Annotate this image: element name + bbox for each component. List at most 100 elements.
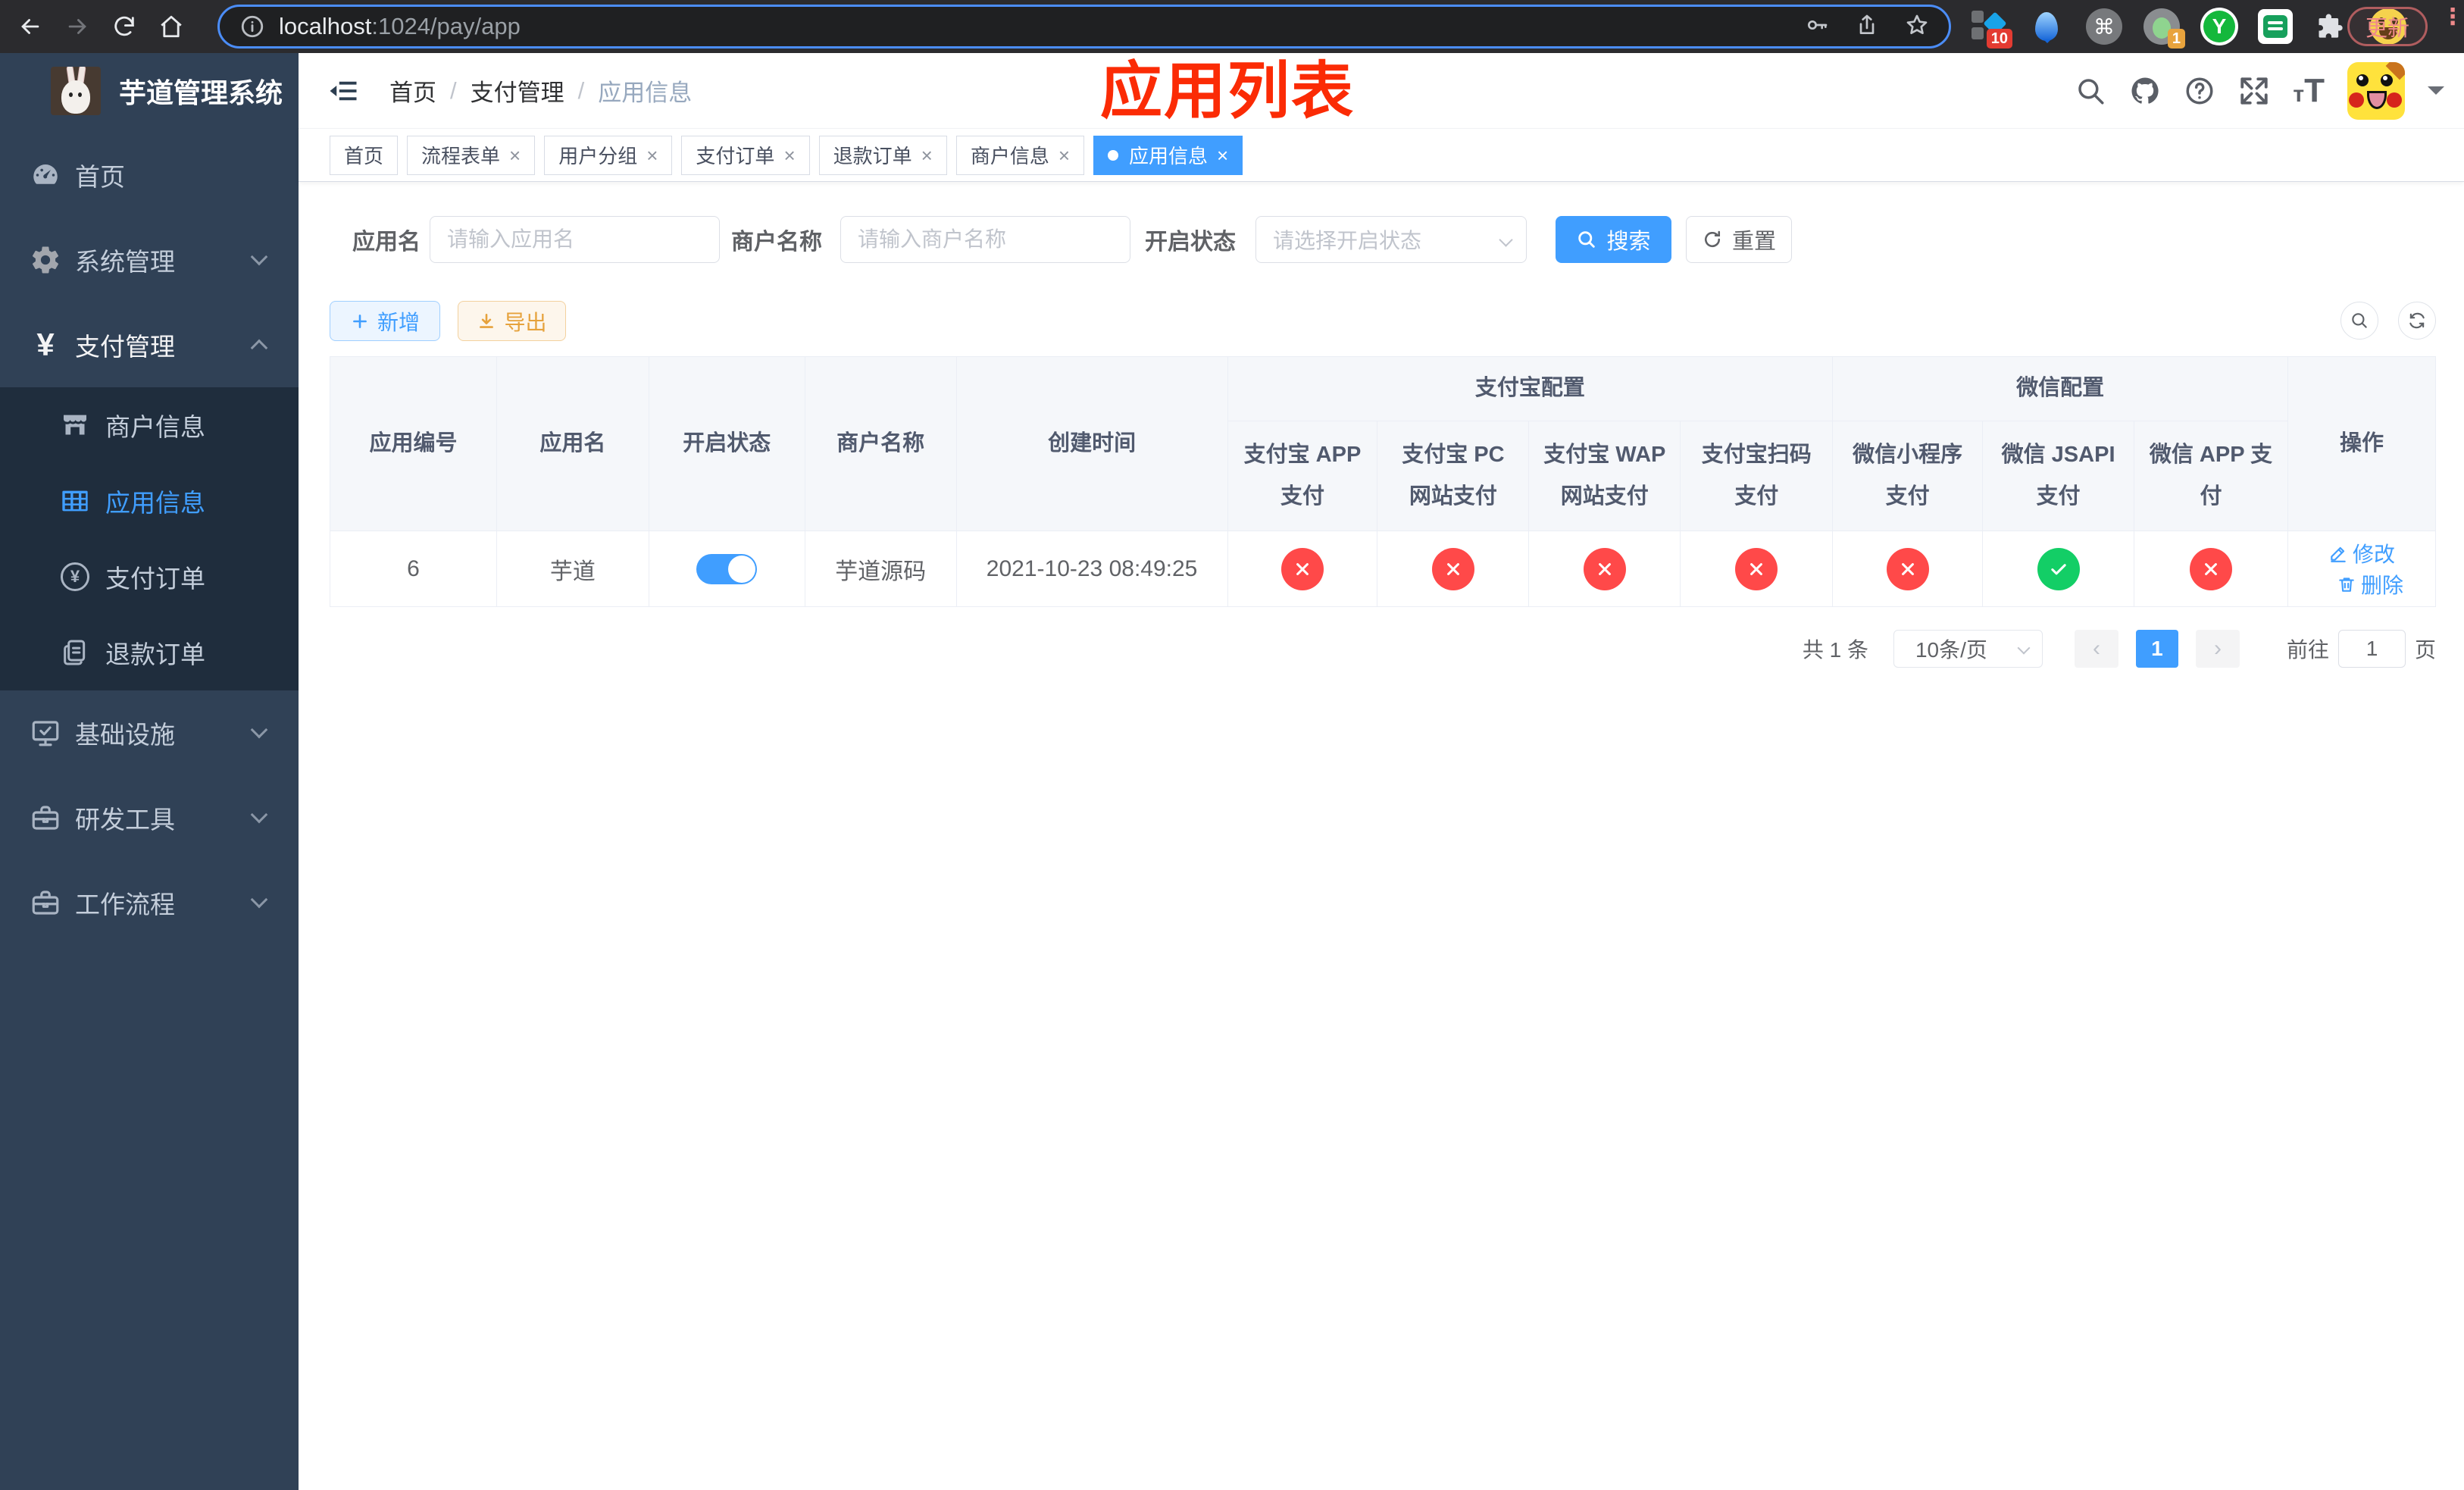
cell-created: 2021-10-23 08:49:25 [955, 531, 1228, 607]
cell-status [648, 531, 805, 607]
app-title: 芋道管理系统 [119, 77, 283, 108]
user-avatar[interactable] [2347, 61, 2405, 120]
next-page-button[interactable]: › [2195, 630, 2240, 668]
add-button[interactable]: 新增 [330, 301, 440, 341]
config-status-icon [1735, 547, 1778, 590]
extension-profile-icon[interactable]: 1 [2143, 8, 2185, 49]
browser-menu-icon[interactable]: ⋮ [2441, 6, 2464, 29]
sidebar-item-label: 工作流程 [75, 891, 175, 919]
config-status-icon [1583, 547, 1626, 590]
fullscreen-icon[interactable] [2238, 75, 2270, 107]
tab-process-form[interactable]: 流程表单 × [407, 135, 536, 175]
address-bar[interactable]: localhost:1024/pay/app [217, 5, 1951, 49]
extension-chat-icon[interactable] [2258, 9, 2293, 44]
app-logo[interactable]: 芋道管理系统 [51, 67, 283, 115]
refresh-table-button[interactable] [2398, 302, 2436, 340]
password-key-icon[interactable] [1805, 13, 1829, 41]
breadcrumb: 首页 / 支付管理 / 应用信息 [389, 74, 692, 108]
screen: localhost:1024/pay/app 10 ⌘ 1 Y 更新 ⋮ 芋道管… [0, 0, 2464, 1490]
sidebar-item-system[interactable]: 系统管理 [0, 218, 299, 302]
show-search-button[interactable] [2340, 302, 2378, 340]
documents-icon [58, 637, 92, 668]
avatar-caret-icon[interactable] [2428, 86, 2444, 103]
extensions-strip: 10 ⌘ 1 Y [1970, 0, 2406, 53]
extension-badge: 10 [1986, 29, 2012, 49]
close-icon[interactable]: × [1217, 146, 1228, 165]
tab-pay-order[interactable]: 支付订单 × [681, 135, 810, 175]
close-icon[interactable]: × [646, 146, 658, 165]
payment-submenu: 商户信息 应用信息 ¥ 支付订单 退款订单 [0, 387, 299, 690]
chevron-down-icon [2017, 641, 2031, 655]
config-status-icon [1280, 547, 1324, 590]
close-icon[interactable]: × [921, 146, 933, 165]
browser-back-icon[interactable] [14, 10, 47, 43]
sidebar-item-home[interactable]: 首页 [0, 133, 299, 218]
sidebar-item-refund-order[interactable]: 退款订单 [0, 615, 299, 690]
filter-form: 应用名 商户名称 开启状态 请选择开启状态 搜索 [330, 216, 2436, 263]
breadcrumb-current: 应用信息 [598, 80, 693, 106]
breadcrumb-home[interactable]: 首页 [389, 74, 436, 108]
merchant-name-input[interactable] [840, 216, 1130, 263]
extension-command-icon[interactable]: ⌘ [2085, 8, 2123, 45]
monitor-check-icon [28, 717, 63, 749]
tab-user-group[interactable]: 用户分组 × [544, 135, 673, 175]
goto-page-input[interactable]: 1 [2337, 630, 2406, 668]
bookmark-star-icon[interactable] [1905, 13, 1929, 41]
url-text[interactable]: localhost:1024/pay/app [279, 13, 521, 40]
sidebar-item-payment[interactable]: ¥ 支付管理 [0, 302, 299, 387]
tab-refund-order[interactable]: 退款订单 × [818, 135, 947, 175]
extension-pin-icon[interactable]: 10 [1970, 8, 2012, 49]
tab-merchant-info[interactable]: 商户信息 × [955, 135, 1085, 175]
status-toggle[interactable] [696, 553, 758, 584]
page-size-select[interactable]: 10条/页 [1893, 630, 2043, 668]
sidebar-item-merchant-info[interactable]: 商户信息 [0, 387, 299, 463]
sidebar-item-dev-tools[interactable]: 研发工具 [0, 775, 299, 860]
github-icon[interactable] [2129, 75, 2161, 107]
browser-home-icon[interactable] [155, 10, 188, 43]
sidebar-item-pay-order[interactable]: ¥ 支付订单 [0, 539, 299, 615]
close-icon[interactable]: × [1058, 146, 1070, 165]
close-icon[interactable]: × [509, 146, 521, 165]
extension-balloon-icon[interactable] [2028, 8, 2065, 45]
col-app-id: 应用编号 [330, 356, 497, 531]
sidebar-item-app-info[interactable]: 应用信息 [0, 463, 299, 539]
site-info-icon[interactable] [239, 14, 265, 39]
delete-link[interactable]: 删除 [2337, 569, 2403, 599]
sidebar-item-infrastructure[interactable]: 基础设施 [0, 690, 299, 775]
app-name-input[interactable] [430, 216, 720, 263]
browser-reload-icon[interactable] [108, 10, 141, 43]
search-icon [1578, 231, 1596, 248]
status-select[interactable]: 请选择开启状态 [1255, 216, 1527, 263]
extension-y-icon[interactable]: Y [2200, 8, 2238, 45]
col-wx-jsapi: 微信 JSAPI 支付 [1982, 421, 2135, 531]
share-icon[interactable] [1855, 13, 1879, 41]
table-toolbar: 新增 导出 [330, 301, 2436, 341]
prev-page-button[interactable]: ‹ [2074, 630, 2118, 668]
breadcrumb-payment[interactable]: 支付管理 [471, 74, 564, 108]
extensions-puzzle-icon[interactable] [2312, 8, 2350, 45]
sidebar-item-label: 基础设施 [75, 721, 175, 749]
yen-icon: ¥ [36, 327, 55, 362]
total-count: 共 1 条 [1802, 638, 1868, 662]
browser-update-button[interactable]: 更新 [2347, 7, 2428, 46]
export-button[interactable]: 导出 [458, 301, 566, 341]
tab-home[interactable]: 首页 [330, 135, 399, 175]
apps-table: 应用编号 应用名 开启状态 商户名称 创建时间 支付宝配置 微信配置 操作 支付… [330, 356, 2437, 607]
browser-forward-icon[interactable] [61, 10, 94, 43]
search-button[interactable]: 搜索 [1556, 216, 1671, 263]
config-status-icon [2189, 547, 2232, 590]
sidebar-item-label: 支付订单 [105, 565, 205, 593]
col-alipay-pc: 支付宝 PC 网站支付 [1377, 421, 1530, 531]
font-size-icon[interactable]: ᴛT [2293, 72, 2325, 110]
reset-button[interactable]: 重置 [1686, 216, 1792, 263]
top-navbar: 首页 / 支付管理 / 应用信息 应用列表 ᴛT [299, 53, 2464, 129]
sidebar-item-workflow[interactable]: 工作流程 [0, 860, 299, 945]
sidebar-collapse-icon[interactable] [327, 75, 359, 107]
page-number-1[interactable]: 1 [2135, 630, 2178, 668]
edit-link[interactable]: 修改 [2328, 538, 2395, 568]
col-alipay-group: 支付宝配置 [1227, 356, 1834, 421]
tab-app-info[interactable]: 应用信息 × [1093, 135, 1243, 175]
close-icon[interactable]: × [783, 146, 795, 165]
search-icon[interactable] [2075, 75, 2106, 107]
help-icon[interactable] [2184, 75, 2215, 107]
